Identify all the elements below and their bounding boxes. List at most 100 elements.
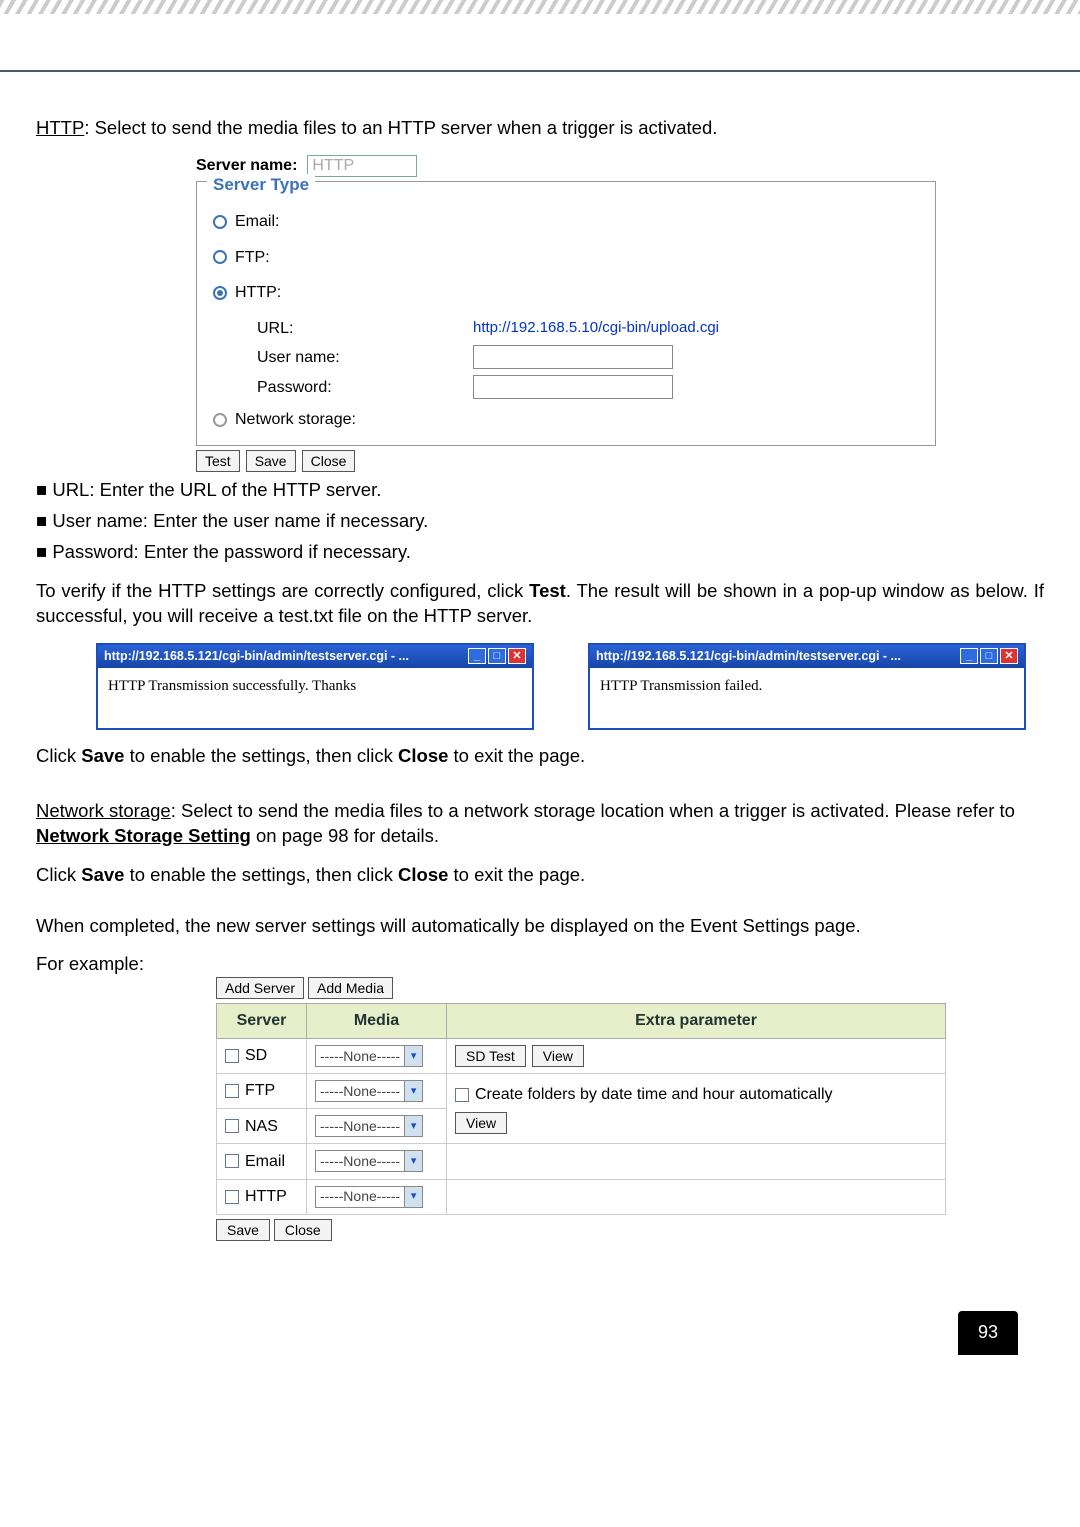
chevron-down-icon: ▾ xyxy=(404,1081,422,1101)
popup-fail-winicons: _ □ ✕ xyxy=(960,648,1018,664)
t: to enable the settings, then click xyxy=(124,864,398,885)
table-row: SD -----None-----▾ SD Test View xyxy=(217,1039,946,1074)
event-table-wrap: Add Server Add Media Server Media Extra … xyxy=(216,977,946,1214)
checkbox-auto[interactable] xyxy=(455,1088,469,1102)
popup-fail: http://192.168.5.121/cgi-bin/admin/tests… xyxy=(588,643,1026,730)
popup-row: http://192.168.5.121/cgi-bin/admin/tests… xyxy=(96,643,1044,730)
popup-fail-body: HTTP Transmission failed. xyxy=(590,668,1024,728)
url-value[interactable]: http://192.168.5.10/cgi-bin/upload.cgi xyxy=(473,318,719,338)
t: to exit the page. xyxy=(448,864,585,885)
save-close-para-1: Click Save to enable the settings, then … xyxy=(36,744,1044,769)
t: Save xyxy=(81,864,124,885)
minimize-icon[interactable]: _ xyxy=(960,648,978,664)
add-server-button[interactable]: Add Server xyxy=(216,977,304,999)
radio-email[interactable]: Email: xyxy=(213,211,919,233)
checkbox-sd[interactable] xyxy=(225,1049,239,1063)
page-footer: 93 xyxy=(0,1301,1080,1361)
media-select-sd[interactable]: -----None-----▾ xyxy=(315,1045,423,1067)
bullet-user: User name: Enter the user name if necess… xyxy=(36,509,1044,534)
server-panel: Server name: Server Type Email: FTP: HTT… xyxy=(196,155,936,446)
radio-http[interactable]: HTTP: xyxy=(213,282,919,304)
add-media-button[interactable]: Add Media xyxy=(308,977,393,999)
close-button[interactable]: Close xyxy=(302,450,356,472)
event-table: Server Media Extra parameter SD -----Non… xyxy=(216,1003,946,1214)
server-panel-buttons: Test Save Close xyxy=(196,450,1044,472)
http-label: HTTP xyxy=(36,117,84,138)
user-input[interactable] xyxy=(473,345,673,369)
radio-email-icon xyxy=(213,215,227,229)
checkbox-nas[interactable] xyxy=(225,1119,239,1133)
minimize-icon[interactable]: _ xyxy=(468,648,486,664)
t: Close xyxy=(398,864,448,885)
sd-test-button[interactable]: SD Test xyxy=(455,1045,526,1067)
media-select-email[interactable]: -----None-----▾ xyxy=(315,1150,423,1172)
popup-success-winicons: _ □ ✕ xyxy=(468,648,526,664)
popup-fail-title: http://192.168.5.121/cgi-bin/admin/tests… xyxy=(596,648,901,665)
popup-success-titlebar: http://192.168.5.121/cgi-bin/admin/tests… xyxy=(98,645,532,668)
row-label: Email xyxy=(245,1153,285,1170)
radio-ns[interactable]: Network storage: xyxy=(213,409,919,431)
close-button-2[interactable]: Close xyxy=(274,1219,332,1241)
ns-text2: on page 98 for details. xyxy=(251,825,439,846)
radio-ftp-icon xyxy=(213,250,227,264)
url-label: URL: xyxy=(213,318,473,340)
page-content: HTTP: Select to send the media files to … xyxy=(0,72,1080,1301)
media-select-nas[interactable]: -----None-----▾ xyxy=(315,1115,423,1137)
sel-text: -----None----- xyxy=(316,1117,404,1136)
sel-text: -----None----- xyxy=(316,1082,404,1101)
row-label: SD xyxy=(245,1047,267,1064)
view-button[interactable]: View xyxy=(455,1112,507,1134)
save-button-2[interactable]: Save xyxy=(216,1219,270,1241)
media-select-http[interactable]: -----None-----▾ xyxy=(315,1186,423,1208)
table-row: Email -----None-----▾ xyxy=(217,1144,946,1179)
t: to enable the settings, then click xyxy=(124,745,398,766)
chevron-down-icon: ▾ xyxy=(404,1151,422,1171)
http-intro-text: : Select to send the media files to an H… xyxy=(84,117,717,138)
t: Click xyxy=(36,745,81,766)
page-top-hatch xyxy=(0,0,1080,14)
popup-success-title: http://192.168.5.121/cgi-bin/admin/tests… xyxy=(104,648,409,665)
server-type-legend: Server Type xyxy=(207,174,315,197)
close-icon[interactable]: ✕ xyxy=(508,648,526,664)
th-extra: Extra parameter xyxy=(447,1004,946,1039)
maximize-icon[interactable]: □ xyxy=(488,648,506,664)
save-close-para-2: Click Save to enable the settings, then … xyxy=(36,863,1044,888)
pass-row: Password: xyxy=(213,375,919,399)
checkbox-email[interactable] xyxy=(225,1154,239,1168)
ns-link[interactable]: Network Storage Setting xyxy=(36,825,251,846)
table-row: HTTP -----None-----▾ xyxy=(217,1179,946,1214)
close-icon[interactable]: ✕ xyxy=(1000,648,1018,664)
bullet-url: URL: Enter the URL of the HTTP server. xyxy=(36,478,1044,503)
sel-text: -----None----- xyxy=(316,1187,404,1206)
user-row: User name: xyxy=(213,345,919,369)
pass-input[interactable] xyxy=(473,375,673,399)
server-type-fieldset: Server Type Email: FTP: HTTP: URL: http:… xyxy=(196,181,936,446)
checkbox-http[interactable] xyxy=(225,1190,239,1204)
save-button[interactable]: Save xyxy=(246,450,296,472)
completed-p: When completed, the new server settings … xyxy=(36,914,1044,939)
maximize-icon[interactable]: □ xyxy=(980,648,998,664)
test-p1b: Test xyxy=(529,580,566,601)
sel-text: -----None----- xyxy=(316,1152,404,1171)
radio-http-label: HTTP: xyxy=(235,282,281,304)
checkbox-ftp[interactable] xyxy=(225,1084,239,1098)
url-row: URL: http://192.168.5.10/cgi-bin/upload.… xyxy=(213,318,919,340)
radio-email-label: Email: xyxy=(235,211,279,233)
server-name-input[interactable] xyxy=(307,155,417,177)
th-server: Server xyxy=(217,1004,307,1039)
test-button[interactable]: Test xyxy=(196,450,240,472)
http-intro: HTTP: Select to send the media files to … xyxy=(36,116,1044,141)
t: Click xyxy=(36,864,81,885)
test-paragraph: To verify if the HTTP settings are corre… xyxy=(36,579,1044,629)
radio-ftp[interactable]: FTP: xyxy=(213,247,919,269)
sel-text: -----None----- xyxy=(316,1047,404,1066)
radio-http-icon xyxy=(213,286,227,300)
row-label: FTP xyxy=(245,1082,275,1099)
view-button[interactable]: View xyxy=(532,1045,584,1067)
row-label: NAS xyxy=(245,1118,278,1135)
row-label: HTTP xyxy=(245,1188,287,1205)
media-select-ftp[interactable]: -----None-----▾ xyxy=(315,1080,423,1102)
t: to exit the page. xyxy=(448,745,585,766)
table-row: FTP -----None-----▾ Create folders by da… xyxy=(217,1074,946,1109)
table-header: Server Media Extra parameter xyxy=(217,1004,946,1039)
